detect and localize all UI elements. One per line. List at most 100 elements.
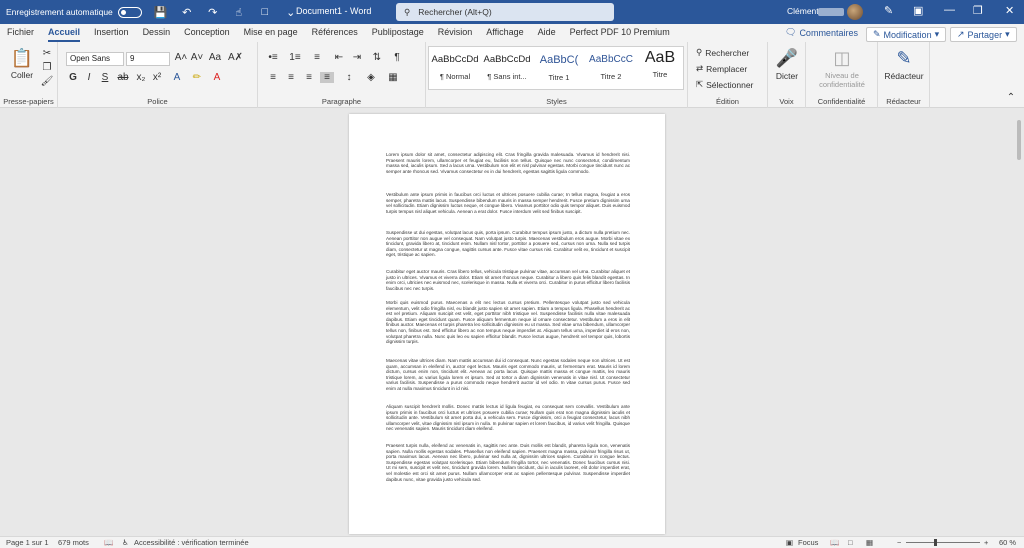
clear-formatting-icon[interactable]: A✗ — [228, 52, 243, 63]
tab-perfect-pdf[interactable]: Perfect PDF 10 Premium — [563, 24, 677, 42]
format-painter-icon[interactable]: 🖌 — [40, 76, 54, 87]
strikethrough-icon[interactable]: ab — [116, 72, 130, 83]
maximize-icon[interactable]: ❐ — [973, 4, 983, 17]
share-button[interactable]: ↗ Partager ▾ — [950, 27, 1017, 42]
replace-button[interactable]: ⇄ Remplacer — [696, 63, 747, 74]
borders-icon[interactable]: ▦ — [386, 72, 400, 83]
text-effects-icon[interactable]: A — [170, 72, 184, 83]
cut-icon[interactable]: ✂ — [40, 48, 54, 59]
autosave-toggle[interactable] — [117, 6, 142, 18]
line-spacing-icon[interactable]: ↕ — [342, 72, 356, 83]
minimize-icon[interactable]: — — [944, 4, 955, 16]
style-normal[interactable]: AaBbCcDd ¶ Normal — [429, 47, 481, 89]
tab-view[interactable]: Affichage — [479, 24, 530, 42]
justify-icon[interactable]: ≡ — [320, 72, 334, 83]
font-color-icon[interactable]: A — [210, 72, 224, 83]
proofing-icon[interactable]: 📖 — [104, 538, 113, 547]
paragraph-5[interactable]: Morbi quis euismod purus. Maecenas a eli… — [386, 300, 630, 345]
tab-references[interactable]: Références — [305, 24, 365, 42]
autosave[interactable]: Enregistrement automatique — [6, 6, 142, 18]
copy-icon[interactable]: ❐ — [40, 62, 54, 73]
tab-layout[interactable]: Mise en page — [237, 24, 305, 42]
tab-help[interactable]: Aide — [531, 24, 563, 42]
align-left-icon[interactable]: ≡ — [266, 72, 280, 83]
editing-mode-button[interactable]: ✎ Modification ▾ — [866, 27, 947, 42]
comments-button[interactable]: 🗨 Commentaires — [785, 27, 858, 38]
superscript-icon[interactable]: x² — [150, 72, 164, 83]
highlight-icon[interactable]: ✏ — [190, 72, 204, 83]
tab-home[interactable]: Accueil — [41, 24, 87, 42]
document-page[interactable]: Lorem ipsum dolor sit amet, consectetur … — [349, 114, 665, 534]
read-mode-icon[interactable]: 📖 — [830, 538, 839, 547]
subscript-icon[interactable]: x₂ — [134, 72, 148, 83]
tab-mailings[interactable]: Publipostage — [365, 24, 431, 42]
zoom-out-icon[interactable]: − — [897, 538, 901, 547]
shrink-font-icon[interactable]: A˅ — [190, 52, 204, 63]
touch-mode-icon[interactable]: ☝ — [232, 6, 246, 19]
accessibility-status[interactable]: Accessibilité : vérification terminée — [134, 538, 249, 547]
style-heading-2[interactable]: AaBbCcC Titre 2 — [585, 47, 637, 89]
redo-icon[interactable]: ↷ — [206, 6, 220, 19]
zoom-level[interactable]: 60 % — [999, 538, 1016, 547]
bullets-icon[interactable]: •≡ — [266, 52, 280, 63]
zoom-slider[interactable] — [906, 542, 980, 543]
print-layout-icon[interactable]: □ — [848, 538, 853, 547]
zoom-in-icon[interactable]: + — [984, 538, 988, 547]
sort-icon[interactable]: ⇅ — [370, 52, 384, 63]
paragraph-8[interactable]: Praesent turpis nulla, eleifend ac venen… — [386, 443, 630, 482]
avatar[interactable] — [847, 4, 863, 20]
close-icon[interactable]: ✕ — [1005, 4, 1014, 17]
grow-font-icon[interactable]: A˄ — [174, 52, 188, 63]
multilevel-list-icon[interactable]: ≡ — [310, 52, 324, 63]
sensitivity-button[interactable]: ◫ Niveau de confidentialité — [810, 48, 874, 89]
italic-icon[interactable]: I — [82, 72, 96, 83]
numbering-icon[interactable]: 1≡ — [288, 52, 302, 63]
style-heading-1[interactable]: AaBbC( Titre 1 — [533, 47, 585, 89]
search-input[interactable]: ⚲ Rechercher (Alt+Q) — [396, 3, 614, 21]
paragraph-1[interactable]: Lorem ipsum dolor sit amet, consectetur … — [386, 152, 630, 174]
paragraph-3[interactable]: Suspendisse ut dui egestas, volutpat lac… — [386, 230, 630, 258]
tab-design[interactable]: Conception — [177, 24, 237, 42]
tab-file[interactable]: Fichier — [0, 24, 41, 42]
paragraph-6[interactable]: Maecenas vitae ultrices diam. Nam mattis… — [386, 358, 630, 392]
web-layout-icon[interactable]: ▦ — [866, 538, 873, 547]
style-title[interactable]: AaB Titre — [637, 47, 683, 89]
scrollbar-thumb[interactable] — [1017, 120, 1021, 160]
decrease-indent-icon[interactable]: ⇤ — [332, 52, 346, 63]
paragraph-4[interactable]: Curabitur eget auctor mauris. Cras liber… — [386, 269, 630, 291]
align-center-icon[interactable]: ≡ — [284, 72, 298, 83]
change-case-icon[interactable]: Aa — [208, 52, 222, 63]
user-name[interactable]: Clément — [787, 6, 819, 16]
editing-group: ⚲ Rechercher ⇄ Remplacer ⇱ Sélectionner … — [688, 42, 768, 108]
show-marks-icon[interactable]: ¶ — [390, 52, 404, 63]
bold-icon[interactable]: G — [66, 72, 80, 83]
style-no-spacing[interactable]: AaBbCcDd ¶ Sans int... — [481, 47, 533, 89]
increase-indent-icon[interactable]: ⇥ — [350, 52, 364, 63]
focus-button[interactable]: Focus — [798, 538, 818, 547]
zoom-slider-thumb[interactable] — [934, 539, 937, 546]
word-count[interactable]: 679 mots — [58, 538, 89, 547]
collapse-ribbon-icon[interactable]: ⌃ — [1004, 92, 1018, 103]
tab-review[interactable]: Révision — [431, 24, 480, 42]
paragraph-2[interactable]: Vestibulum ante ipsum primis in faucibus… — [386, 192, 630, 214]
editor-button[interactable]: ✎ Rédacteur — [880, 48, 928, 81]
undo-icon[interactable]: ↶ — [180, 6, 194, 19]
vertical-scrollbar[interactable] — [1016, 114, 1022, 534]
font-size-select[interactable]: 9 — [126, 52, 170, 66]
find-button[interactable]: ⚲ Rechercher — [696, 47, 749, 58]
paragraph-7[interactable]: Aliquam suscipit hendrerit mollis. Donec… — [386, 404, 630, 432]
underline-icon[interactable]: S — [98, 72, 112, 83]
page-count[interactable]: Page 1 sur 1 — [6, 538, 49, 547]
ribbon-display-icon[interactable]: ▣ — [913, 4, 923, 17]
tab-insert[interactable]: Insertion — [87, 24, 136, 42]
font-name-select[interactable]: Open Sans — [66, 52, 124, 66]
tab-draw[interactable]: Dessin — [136, 24, 178, 42]
pen-icon[interactable]: ✎ — [884, 4, 893, 17]
new-document-icon[interactable]: □ — [258, 6, 272, 19]
paste-button[interactable]: 📋 Coller — [8, 48, 36, 80]
shading-icon[interactable]: ◈ — [364, 72, 378, 83]
align-right-icon[interactable]: ≡ — [302, 72, 316, 83]
select-button[interactable]: ⇱ Sélectionner — [696, 79, 753, 90]
save-icon[interactable]: 💾 — [154, 6, 168, 19]
dictate-button[interactable]: 🎤 Dicter — [770, 48, 804, 81]
